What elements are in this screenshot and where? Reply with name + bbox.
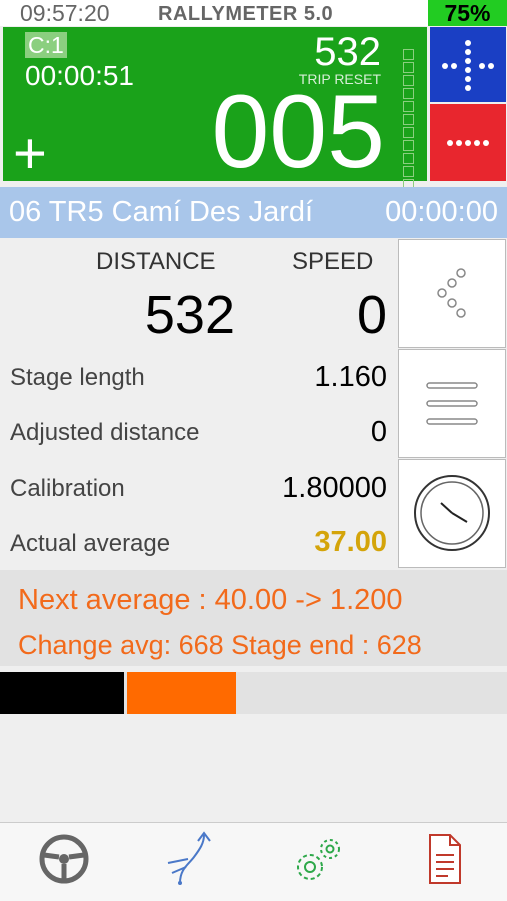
status-bar: 09:57:20 RALLYMETER 5.0 75%	[0, 0, 507, 26]
readings-panel: DISTANCE SPEED 532 0 Stage length 1.160 …	[0, 240, 397, 568]
stage-length-value: 1.160	[314, 361, 387, 393]
distance-value: 532	[144, 285, 235, 345]
distance-header: DISTANCE	[96, 248, 216, 275]
progress-segment-completed	[0, 672, 124, 714]
decrement-button[interactable]	[430, 104, 506, 181]
clock-button[interactable]	[398, 459, 506, 568]
adjusted-distance-value: 0	[370, 416, 387, 448]
distance-counter-panel[interactable]: C:1 00:00:51 532 TRIP RESET 005 +	[3, 27, 427, 203]
next-average-panel: Next average : 40.00 -> 1.200 Change avg…	[0, 570, 507, 666]
stage-time: 00:00:00	[385, 196, 498, 228]
menu-list-button[interactable]	[398, 349, 506, 458]
change-average-text: Change avg: 668 Stage end : 628	[18, 630, 422, 660]
actual-average-value: 37.00	[314, 526, 387, 558]
speed-header: SPEED	[292, 248, 374, 275]
stage-bar[interactable]: 06 TR5 Camí Des Jardí 00:00:00	[0, 187, 507, 238]
app-title: RALLYMETER 5.0	[158, 3, 334, 25]
calibration-label: Calibration	[10, 475, 125, 502]
add-counter-button[interactable]: +	[13, 125, 47, 183]
next-average-text: Next average : 40.00 -> 1.200	[18, 584, 403, 616]
clock-icon	[414, 475, 490, 551]
stage-name: 06 TR5 Camí Des Jardí	[9, 196, 314, 228]
bottom-tab-bar	[0, 822, 507, 901]
tab-route[interactable]	[160, 829, 220, 889]
settings-gears-icon	[297, 839, 340, 880]
tab-drive[interactable]	[34, 829, 94, 889]
list-lines-icon	[426, 382, 478, 425]
battery-indicator: 75%	[428, 0, 507, 26]
route-icon	[167, 831, 211, 885]
calibration-value: 1.80000	[282, 472, 387, 504]
progress-bar	[0, 672, 507, 714]
dots-path-icon	[437, 268, 466, 318]
main-counter-number: 005	[211, 74, 385, 190]
adjusted-distance-label: Adjusted distance	[10, 419, 200, 446]
steering-wheel-icon	[39, 834, 89, 884]
actual-average-label: Actual average	[10, 530, 171, 557]
progress-segment-current	[127, 672, 236, 714]
speed-value: 0	[356, 285, 387, 345]
stage-length-label: Stage length	[10, 364, 145, 391]
checkpoints-button[interactable]	[398, 239, 506, 348]
checkpoint-badge: C:1	[25, 32, 67, 58]
tab-documents[interactable]	[414, 829, 474, 889]
tab-settings[interactable]	[288, 829, 348, 889]
increment-button[interactable]	[430, 27, 506, 102]
trip-value: 532	[314, 30, 381, 74]
document-icon	[429, 834, 461, 884]
clock-time: 09:57:20	[20, 0, 110, 26]
level-indicator	[403, 49, 417, 205]
elapsed-time: 00:00:51	[25, 60, 134, 91]
